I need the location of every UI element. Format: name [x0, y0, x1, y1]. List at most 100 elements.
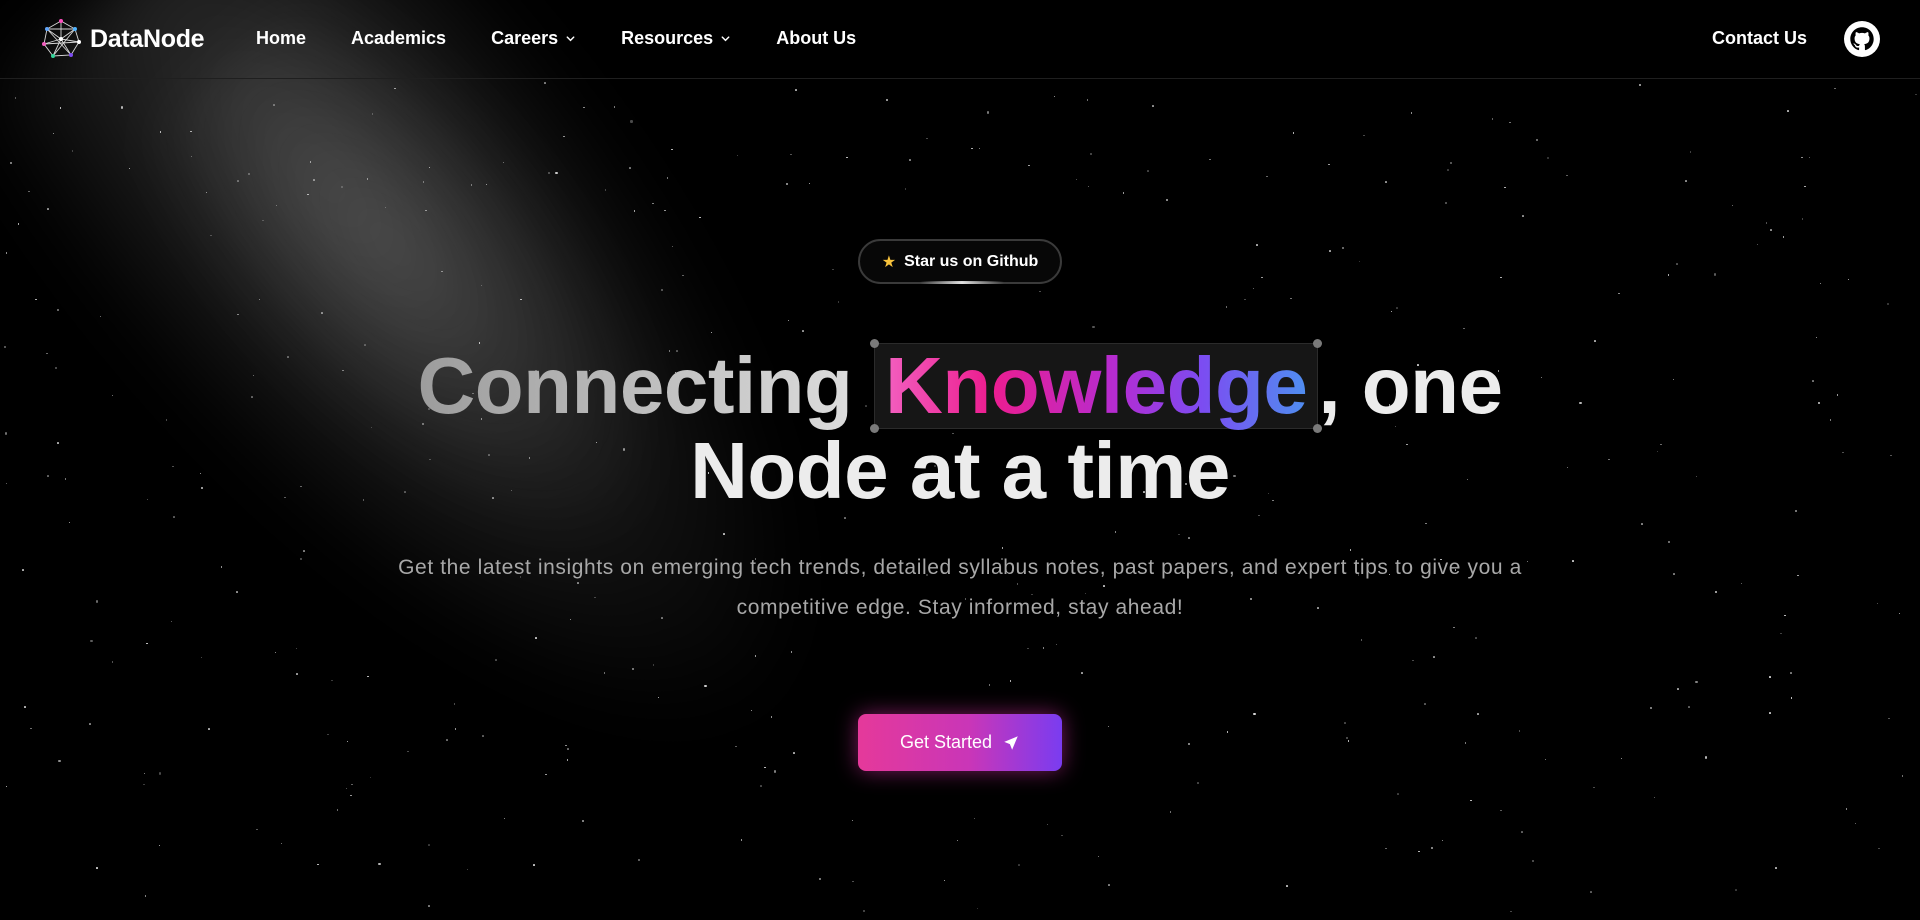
- star-dot: [89, 723, 91, 725]
- star-dot: [795, 89, 797, 91]
- star-dot: [190, 155, 193, 158]
- star-dot: [158, 844, 161, 847]
- star-dot: [637, 858, 640, 862]
- star-dot: [631, 668, 635, 671]
- star-dot: [99, 315, 102, 318]
- nav-about-us[interactable]: About Us: [776, 28, 856, 49]
- star-dot: [1888, 717, 1890, 720]
- star-dot: [1491, 118, 1494, 120]
- star-dot: [613, 106, 616, 108]
- star-dot: [760, 785, 762, 787]
- brand[interactable]: DataNode: [40, 18, 205, 60]
- star-dot: [1572, 560, 1574, 562]
- star-dot: [1808, 156, 1811, 159]
- star-dot: [495, 659, 497, 661]
- star-dot: [331, 679, 333, 682]
- contact-us-link[interactable]: Contact Us: [1712, 28, 1807, 49]
- star-dot: [1252, 287, 1255, 290]
- star-dot: [1425, 522, 1427, 525]
- nav-academics[interactable]: Academics: [351, 28, 446, 49]
- star-dot: [978, 147, 981, 150]
- star-dot: [58, 759, 61, 762]
- star-dot: [1412, 659, 1414, 662]
- star-dot: [1342, 246, 1345, 249]
- hero-subtitle: Get the latest insights on emerging tech…: [398, 556, 1522, 619]
- star-dot: [30, 727, 32, 730]
- star-dot: [146, 642, 148, 645]
- star-dot: [790, 651, 793, 653]
- star-dot: [1358, 260, 1361, 263]
- star-dot: [671, 148, 673, 151]
- star-dot: [173, 516, 175, 518]
- star-dot: [205, 191, 208, 194]
- get-started-button[interactable]: Get Started: [858, 714, 1062, 771]
- star-dot: [273, 104, 275, 106]
- github-icon[interactable]: [1844, 21, 1880, 57]
- star-dot: [336, 809, 339, 811]
- star-dot: [1390, 310, 1393, 313]
- star-dot: [1027, 647, 1029, 650]
- star-dot: [482, 735, 484, 737]
- star-dot: [143, 783, 145, 786]
- star-dot: [1447, 169, 1449, 171]
- star-dot: [852, 880, 854, 883]
- star-dot: [1770, 229, 1772, 231]
- star-dot: [5, 785, 8, 788]
- star-dot: [1444, 201, 1447, 204]
- star-dot: [1441, 839, 1444, 842]
- nav-careers[interactable]: Careers: [491, 28, 576, 49]
- send-arrow-icon: [1004, 735, 1018, 750]
- star-dot: [1782, 236, 1784, 238]
- star-dot: [1396, 307, 1398, 309]
- star-dot: [90, 640, 93, 643]
- star-dot: [544, 82, 546, 84]
- star-dot: [1676, 263, 1678, 265]
- star-dot: [1165, 198, 1168, 201]
- star-dot: [35, 298, 37, 301]
- star-dot: [350, 794, 352, 797]
- star-dot: [1790, 697, 1793, 699]
- star-dot: [1876, 602, 1879, 604]
- nav-careers-label: Careers: [491, 28, 559, 48]
- star-dot: [274, 651, 277, 654]
- nav-home[interactable]: Home: [256, 28, 306, 49]
- star-dot: [1704, 756, 1708, 759]
- star-dot: [470, 184, 473, 186]
- star-dot: [1594, 340, 1596, 342]
- star-dot: [351, 783, 353, 786]
- star-dot: [441, 270, 443, 273]
- headline-part-2: , one: [1318, 341, 1503, 430]
- star-dot: [1593, 786, 1595, 789]
- star-dot: [886, 98, 889, 101]
- star-dot: [1765, 222, 1768, 224]
- star-dot: [657, 696, 660, 698]
- star-dot: [1107, 725, 1110, 728]
- star-dot: [1509, 121, 1511, 124]
- star-dot: [52, 132, 55, 135]
- brand-name: DataNode: [90, 24, 205, 53]
- star-dot: [1620, 757, 1623, 760]
- nav-resources[interactable]: Resources: [621, 28, 731, 49]
- star-dot: [1169, 811, 1172, 813]
- star-dot: [503, 817, 506, 820]
- star-dot: [976, 907, 979, 910]
- star-dot: [1053, 95, 1056, 98]
- star-on-github-badge[interactable]: ★ Star us on Github: [858, 239, 1062, 284]
- star-dot: [633, 210, 636, 212]
- star-dot: [321, 312, 323, 314]
- star-dot: [1834, 87, 1836, 90]
- star-dot: [943, 879, 946, 882]
- star-dot: [1431, 847, 1434, 850]
- star-dot: [1688, 706, 1690, 708]
- nav-home-label: Home: [256, 28, 307, 48]
- star-dot: [143, 772, 146, 775]
- star-dot: [740, 839, 743, 841]
- star-dot: [664, 209, 666, 212]
- star-dot: [1518, 730, 1521, 732]
- star-dot: [1410, 112, 1413, 114]
- star-dot: [862, 909, 865, 912]
- star-dot: [956, 839, 959, 842]
- star-dot: [1344, 722, 1346, 724]
- star-dot: [1769, 676, 1771, 678]
- star-dot: [1261, 276, 1263, 279]
